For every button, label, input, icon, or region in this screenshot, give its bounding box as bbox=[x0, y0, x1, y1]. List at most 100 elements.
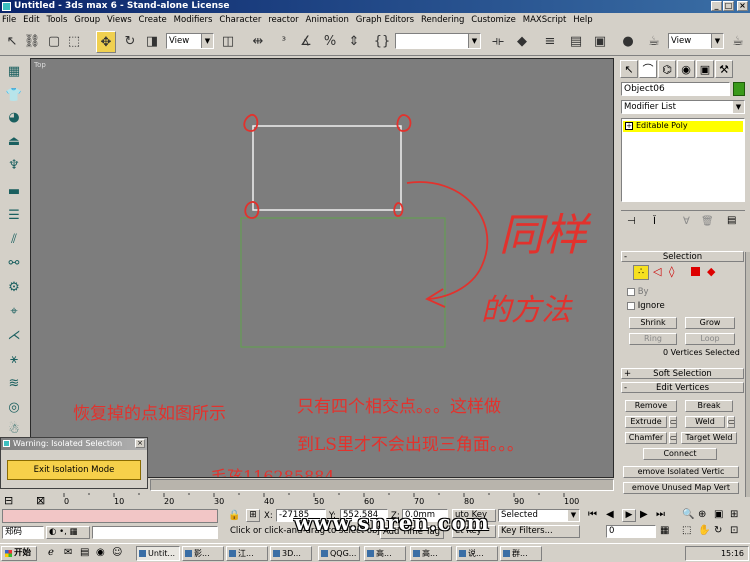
gear-icon[interactable]: ⚙ bbox=[3, 278, 25, 298]
viewport-top[interactable]: Top 同样 的方法 恢复掉的点如图所示 只有四个相交点。。。这样做 到LS里才… bbox=[30, 58, 614, 478]
menu-tools[interactable]: Tools bbox=[44, 13, 69, 27]
create-object-icon[interactable]: ▦ bbox=[3, 62, 25, 82]
ring-button[interactable]: Ring bbox=[629, 333, 677, 345]
figure-icon[interactable]: ⚹ bbox=[3, 350, 25, 370]
menu-file[interactable]: File bbox=[0, 13, 18, 27]
select-link-icon[interactable]: ⛓ bbox=[22, 31, 42, 53]
arc-rotate-icon[interactable]: ↻ bbox=[714, 525, 722, 536]
outlook-icon[interactable]: ✉ bbox=[64, 547, 72, 558]
menu-edit[interactable]: Edit bbox=[21, 13, 41, 27]
extrude-settings-icon[interactable]: ▭ bbox=[669, 416, 677, 428]
display-tab-icon[interactable]: ▣ bbox=[696, 60, 714, 78]
task-3[interactable]: 江... bbox=[226, 546, 268, 561]
media-player-icon[interactable]: ◉ bbox=[96, 547, 105, 558]
menu-rendering[interactable]: Rendering bbox=[419, 13, 466, 27]
named-selection-dropdown[interactable]: ▼ bbox=[395, 33, 481, 49]
mirror-icon[interactable]: ⇹ bbox=[248, 31, 268, 53]
remove-modifier-icon[interactable]: 🗑 bbox=[701, 216, 714, 227]
quicklaunch-icon[interactable]: ☺ bbox=[112, 547, 122, 558]
pin-stack-icon[interactable]: ⊣ bbox=[627, 216, 636, 227]
menu-maxscript[interactable]: MAXScript bbox=[521, 13, 569, 27]
zoom-extents-all-icon[interactable]: ⊞ bbox=[730, 509, 738, 520]
vertex-level-icon[interactable]: ∴ bbox=[633, 265, 649, 280]
minimize-button[interactable]: _ bbox=[711, 1, 722, 11]
remove-unused-map-verts-button[interactable]: emove Unused Map Vert bbox=[623, 482, 739, 494]
ie-icon[interactable]: ℯ bbox=[48, 547, 54, 558]
mirror-selected-icon[interactable]: ⟛ bbox=[488, 31, 508, 53]
select-move-icon[interactable]: ✥ bbox=[96, 31, 116, 53]
undo-icon[interactable]: ↖ bbox=[2, 31, 22, 53]
ime-controls[interactable]: ◐ •, ▦ bbox=[46, 526, 90, 539]
zoom-extents-icon[interactable]: ▣ bbox=[714, 509, 723, 520]
menu-reactor[interactable]: reactor bbox=[266, 13, 300, 27]
percent-snap-icon[interactable]: % bbox=[320, 31, 340, 53]
pan-icon[interactable]: ✋ bbox=[698, 525, 710, 536]
expand-icon[interactable]: + bbox=[625, 122, 633, 130]
edit-vertices-rollout-header[interactable]: - Edit Vertices bbox=[621, 382, 744, 393]
object-name-field[interactable]: Object06 bbox=[621, 82, 730, 96]
curve-editor-icon[interactable]: ▤ bbox=[566, 31, 586, 53]
create-tab-icon[interactable]: ↖ bbox=[620, 60, 638, 78]
previous-frame-icon[interactable]: ◀ bbox=[606, 509, 614, 520]
select-rotate-icon[interactable]: ↻ bbox=[120, 31, 140, 53]
modifier-list-dropdown[interactable]: Modifier List ▼ bbox=[621, 100, 745, 114]
element-level-icon[interactable]: ◆ bbox=[707, 265, 715, 278]
current-frame-field[interactable]: 0 bbox=[606, 525, 656, 538]
break-button[interactable]: Break bbox=[685, 400, 733, 412]
select-region-icon[interactable]: ▢ bbox=[44, 31, 64, 53]
layer-manager-icon[interactable]: ≡ bbox=[540, 31, 560, 53]
track-bar-icon[interactable]: ⊟ bbox=[4, 494, 13, 507]
menu-create[interactable]: Create bbox=[137, 13, 169, 27]
pivot-center-icon[interactable]: ◫ bbox=[218, 31, 238, 53]
maximize-viewport-icon[interactable]: ⊡ bbox=[730, 525, 738, 536]
select-scale-icon[interactable]: ◨ bbox=[142, 31, 162, 53]
command-panel-scrollbar[interactable] bbox=[745, 252, 750, 497]
time-config-icon[interactable]: ▦ bbox=[660, 525, 669, 536]
stack-item-editable-poly[interactable]: + Editable Poly bbox=[623, 121, 743, 132]
go-to-start-icon[interactable]: ⏮ bbox=[588, 509, 597, 520]
region-zoom-icon[interactable]: ⬚ bbox=[682, 525, 691, 536]
menu-character[interactable]: Character bbox=[217, 13, 263, 27]
task-qq[interactable]: QQG... bbox=[318, 546, 360, 561]
dumbbell-icon[interactable]: ⚯ bbox=[3, 254, 25, 274]
material-editor-icon[interactable]: ● bbox=[618, 31, 638, 53]
named-selection-icon[interactable]: {} bbox=[372, 31, 392, 53]
task-8[interactable]: 说... bbox=[456, 546, 498, 561]
box-icon[interactable]: ▬ bbox=[3, 182, 25, 202]
menu-graph-editors[interactable]: Graph Editors bbox=[354, 13, 416, 27]
grow-button[interactable]: Grow bbox=[685, 317, 735, 329]
render-scene-icon[interactable]: ☕ bbox=[644, 31, 664, 53]
start-button[interactable]: 开始 bbox=[1, 546, 37, 561]
select-by-name-icon[interactable]: ⬚ bbox=[64, 31, 84, 53]
helper-icon[interactable]: ⌖ bbox=[3, 302, 25, 322]
chamfer-settings-icon[interactable]: ▭ bbox=[669, 432, 677, 444]
weld-settings-icon[interactable]: ▭ bbox=[727, 416, 735, 428]
ime-indicator[interactable]: 郑码 bbox=[2, 526, 44, 539]
swirl-icon[interactable]: ◎ bbox=[3, 398, 25, 418]
schematic-view-icon[interactable]: ▣ bbox=[590, 31, 610, 53]
cone-icon[interactable]: ⏏ bbox=[3, 132, 25, 152]
border-level-icon[interactable]: ◊ bbox=[669, 265, 674, 278]
next-frame-icon[interactable]: ▶ bbox=[640, 509, 648, 520]
menu-group[interactable]: Group bbox=[72, 13, 102, 27]
loop-button[interactable]: Loop bbox=[685, 333, 735, 345]
time-slider-track[interactable] bbox=[150, 479, 614, 491]
by-vertex-checkbox[interactable]: By bbox=[627, 287, 649, 297]
remove-isolated-vertices-button[interactable]: emove Isolated Vertic bbox=[623, 466, 739, 478]
object-color-swatch[interactable] bbox=[733, 82, 745, 96]
polygon-level-icon[interactable] bbox=[691, 267, 700, 276]
stack-icon[interactable]: ☰ bbox=[3, 206, 25, 226]
play-icon[interactable]: ▶ bbox=[622, 509, 636, 522]
hierarchy-tab-icon[interactable]: ⌬ bbox=[658, 60, 676, 78]
target-weld-button[interactable]: Target Weld bbox=[681, 432, 737, 444]
shrink-button[interactable]: Shrink bbox=[629, 317, 677, 329]
ruler-ticks[interactable] bbox=[60, 493, 614, 509]
task-2[interactable]: 影... bbox=[182, 546, 224, 561]
menu-animation[interactable]: Animation bbox=[304, 13, 351, 27]
waves-icon[interactable]: ≋ bbox=[3, 374, 25, 394]
task-untitled[interactable]: Untit... bbox=[136, 546, 180, 561]
zoom-all-icon[interactable]: ⊕ bbox=[698, 509, 706, 520]
edge-level-icon[interactable]: ◁ bbox=[653, 265, 661, 278]
show-end-result-icon[interactable]: Ǐ bbox=[653, 216, 656, 227]
utilities-tab-icon[interactable]: ⚒ bbox=[715, 60, 733, 78]
